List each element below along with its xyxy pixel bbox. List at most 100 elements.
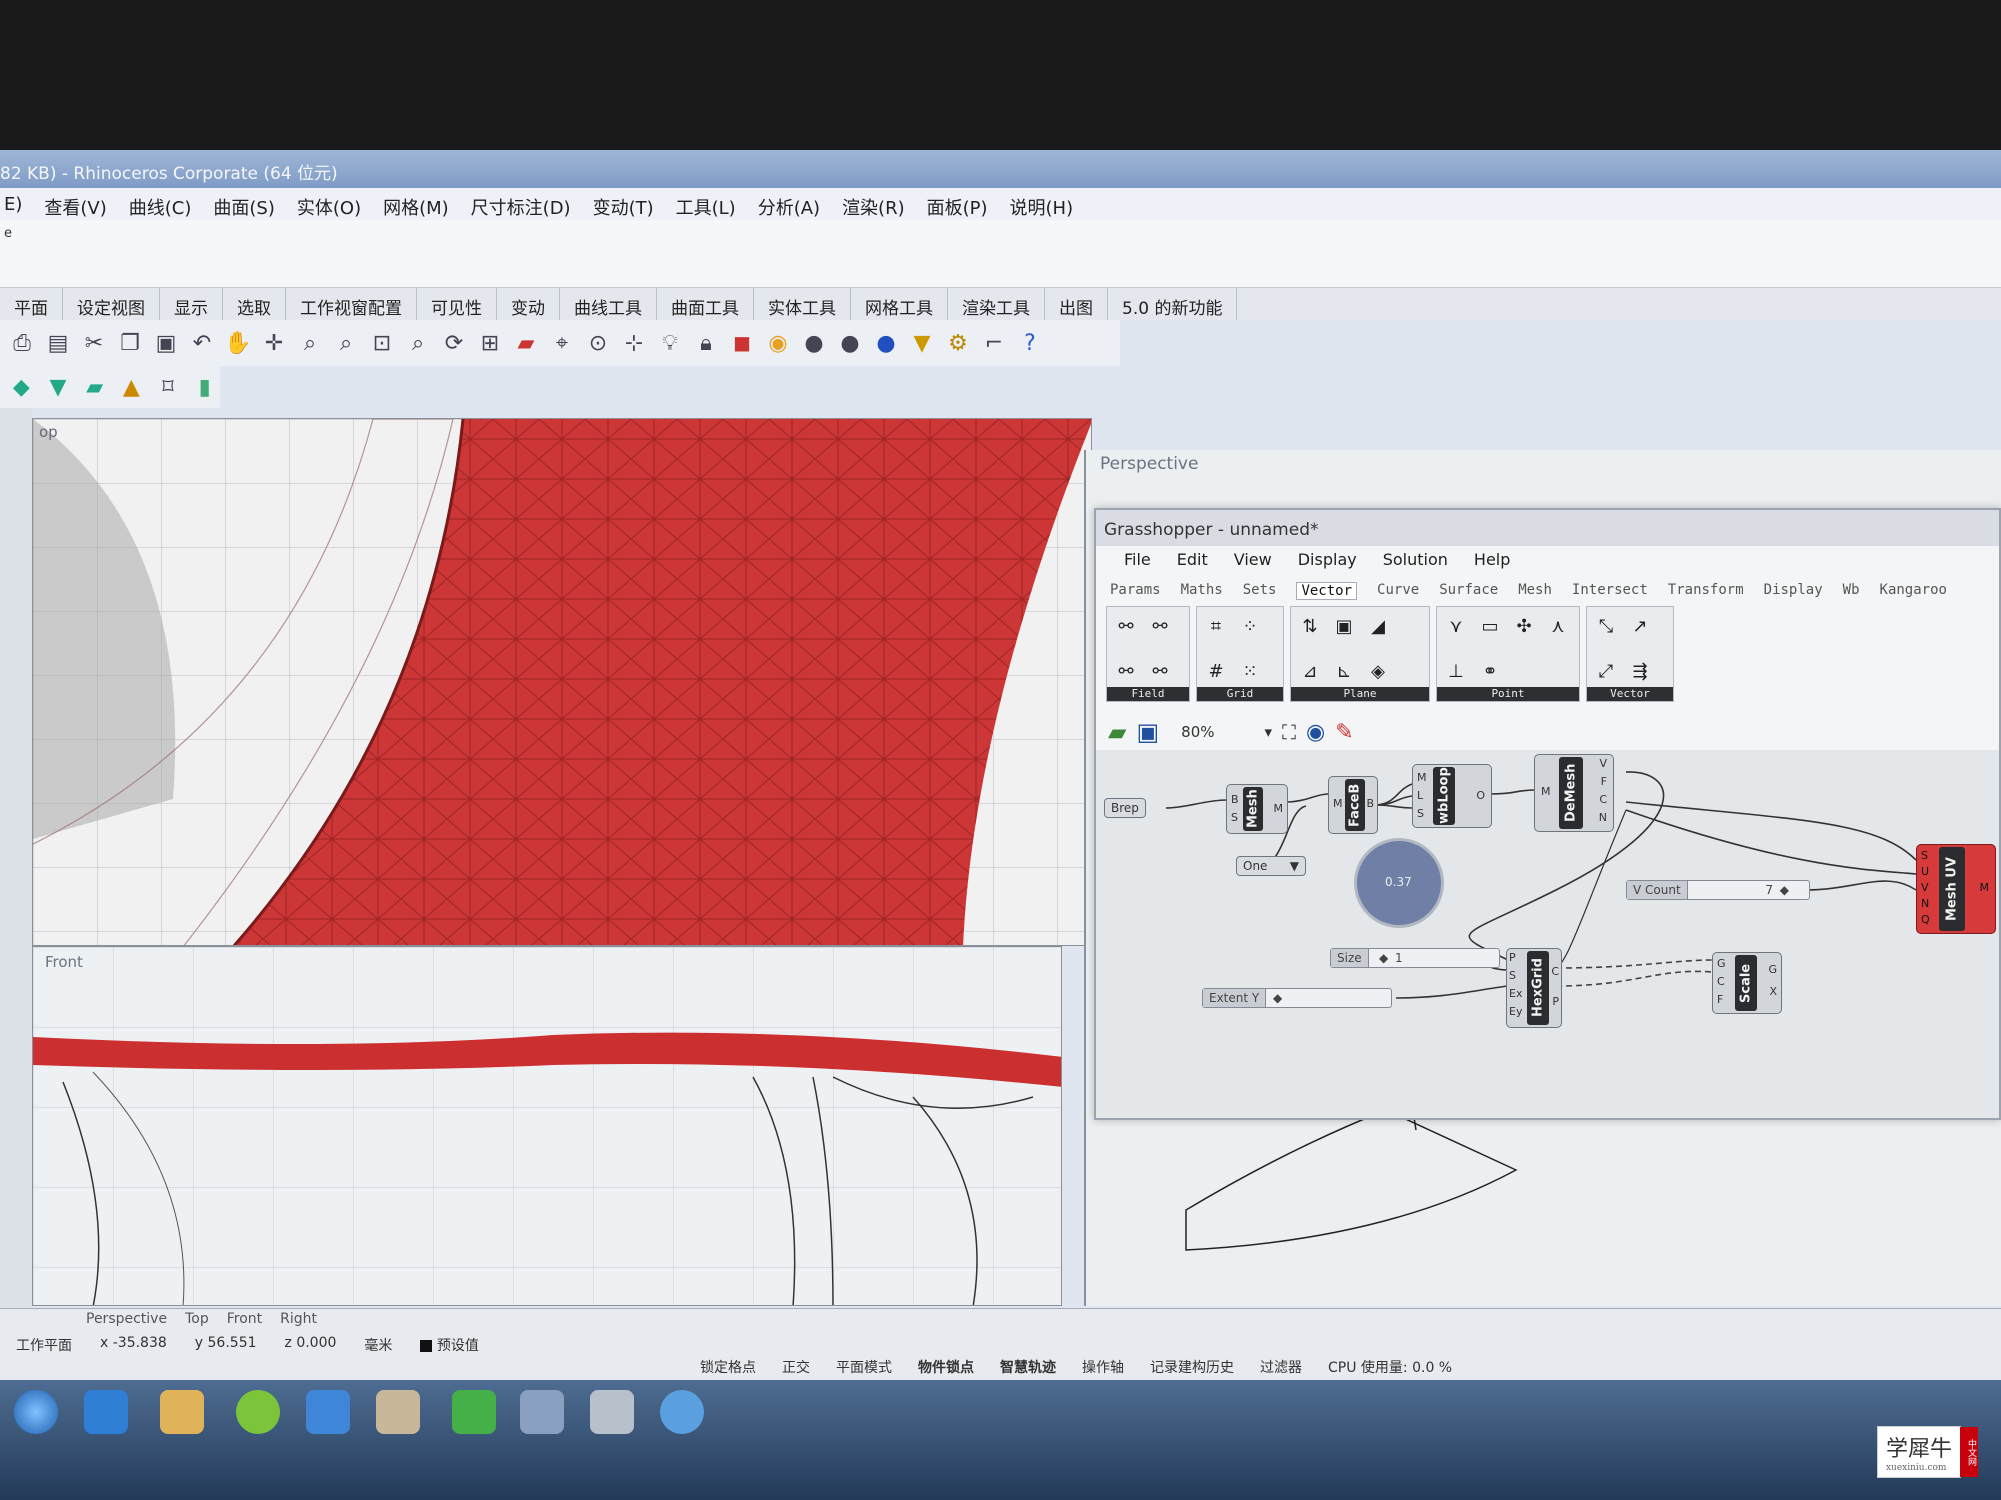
green-shield-icon[interactable]: ▼	[43, 371, 74, 403]
populate-2d-icon[interactable]: ⁘	[1235, 611, 1265, 641]
viewport-tab-front[interactable]: Front	[227, 1311, 262, 1327]
wechat-icon[interactable]	[452, 1390, 496, 1434]
cut-icon[interactable]: ✂	[78, 327, 110, 359]
gh-menu-view[interactable]: View	[1234, 550, 1272, 569]
cone-icon[interactable]: ▲	[116, 371, 147, 403]
gh-menu-solution[interactable]: Solution	[1383, 550, 1448, 569]
app-window-icon[interactable]	[520, 1390, 564, 1434]
square-grid-icon[interactable]: #	[1201, 656, 1231, 686]
user-avatar-icon[interactable]	[376, 1390, 420, 1434]
gh-tab-surface[interactable]: Surface	[1439, 582, 1498, 600]
light-icon[interactable]: 💡︎	[654, 327, 686, 359]
toggle-osnap[interactable]: 物件锁点	[918, 1357, 974, 1377]
closest-points-icon[interactable]: ✣	[1509, 611, 1539, 641]
gh-menu-file[interactable]: File	[1124, 550, 1151, 569]
car-icon[interactable]: ▰	[510, 327, 542, 359]
gh-tab-intersect[interactable]: Intersect	[1572, 582, 1648, 600]
faceb-component[interactable]: M FaceB B	[1328, 776, 1378, 834]
mesh-output-m[interactable]: M	[1274, 802, 1284, 815]
render-sphere-icon[interactable]: ●	[834, 327, 866, 359]
start-orb-icon[interactable]	[14, 1390, 58, 1434]
toggle-filter[interactable]: 过滤器	[1260, 1357, 1302, 1377]
material-sphere-icon[interactable]: ●	[798, 327, 830, 359]
number-knob[interactable]: 0.37	[1354, 838, 1444, 928]
meshuv-input-q[interactable]: Q	[1921, 913, 1930, 926]
field-line-charge-icon[interactable]: ⚯	[1145, 611, 1175, 641]
meshuv-input-v[interactable]: V	[1921, 881, 1929, 894]
menu-item-render[interactable]: 渲染(R)	[842, 194, 905, 220]
wbloop-input-s[interactable]: S	[1417, 807, 1424, 820]
zoom-window-icon[interactable]: ⌕	[330, 327, 362, 359]
properties-icon[interactable]: ▤	[42, 327, 74, 359]
hexgrid-output-c[interactable]: C	[1551, 965, 1559, 978]
toggle-grid-snap[interactable]: 锁定格点	[700, 1357, 756, 1377]
green-box-icon[interactable]: ▰	[79, 371, 110, 403]
tab-transform[interactable]: 变动	[497, 288, 560, 320]
sketch-pen-icon[interactable]: ✎	[1335, 720, 1353, 745]
frame-icon[interactable]: ⌑	[153, 371, 184, 403]
gh-tab-curve[interactable]: Curve	[1377, 582, 1419, 600]
point-icon[interactable]: ⊙	[582, 327, 614, 359]
cylinder-icon[interactable]: ▮	[189, 371, 220, 403]
viewport-label-front[interactable]: Front	[45, 953, 83, 971]
project-point-icon[interactable]: ⊥	[1441, 656, 1471, 686]
wbloop-input-l[interactable]: L	[1417, 789, 1423, 802]
demesh-output-c[interactable]: C	[1599, 793, 1607, 806]
layer-indicator[interactable]: 预设值	[420, 1335, 479, 1355]
menu-item-transform[interactable]: 变动(T)	[593, 194, 654, 220]
align-plane-icon[interactable]: ⇅	[1295, 611, 1325, 641]
toggle-record-history[interactable]: 记录建构历史	[1150, 1357, 1234, 1377]
scale-output-x[interactable]: X	[1769, 985, 1777, 998]
plane-normal-icon[interactable]: ◈	[1363, 656, 1393, 686]
meshuv-input-u[interactable]: U	[1921, 865, 1929, 878]
mesh-component[interactable]: B S Mesh M	[1226, 784, 1288, 834]
extent-y-grip-icon[interactable]: ◆	[1273, 991, 1282, 1005]
rhino-icon[interactable]	[590, 1390, 634, 1434]
help-icon[interactable]: ?	[1014, 327, 1046, 359]
hexgrid-input-s[interactable]: S	[1509, 969, 1516, 982]
viewport-label-perspective[interactable]: Perspective	[1100, 454, 1198, 474]
demesh-output-v[interactable]: V	[1599, 757, 1607, 770]
wbloop-component[interactable]: M L S wbLoop O	[1412, 764, 1492, 828]
qq-browser-icon[interactable]	[236, 1390, 280, 1434]
vector-arrow-icon[interactable]: ↗	[1625, 611, 1655, 641]
zoom-icon[interactable]: ⌕	[294, 327, 326, 359]
deconstruct-vector-icon[interactable]: ⤢	[1591, 656, 1621, 686]
open-file-icon[interactable]: ▰	[1108, 718, 1126, 746]
vector-display-icon[interactable]: ⇶	[1625, 656, 1655, 686]
explorer-folder-icon[interactable]	[160, 1390, 204, 1434]
top-viewport[interactable]: op	[32, 418, 1092, 946]
faceb-output-b[interactable]: B	[1366, 797, 1374, 810]
gh-tab-vector[interactable]: Vector	[1296, 582, 1358, 600]
zoom-extents-icon[interactable]: ⛶	[1282, 720, 1296, 744]
vector-xyz-icon[interactable]: ⤡	[1591, 611, 1621, 641]
extent-y-slider[interactable]: Extent Y ◆	[1202, 988, 1392, 1008]
toggle-gumball[interactable]: 操作轴	[1082, 1357, 1124, 1377]
gh-tab-maths[interactable]: Maths	[1181, 582, 1223, 600]
cull-duplicates-icon[interactable]: ⚭	[1475, 656, 1505, 686]
blue-sphere-icon[interactable]: ●	[870, 327, 902, 359]
lock-icon[interactable]: 🔒︎	[690, 327, 722, 359]
viewport-tab-top[interactable]: Top	[185, 1311, 209, 1327]
brep-param[interactable]: Brep	[1104, 798, 1146, 818]
scale-output-g[interactable]: G	[1768, 963, 1777, 976]
gh-tab-transform[interactable]: Transform	[1668, 582, 1744, 600]
populate-3d-icon[interactable]: ⁙	[1235, 656, 1265, 686]
gh-tab-kangaroo[interactable]: Kangaroo	[1880, 582, 1947, 600]
field-point-charge-icon[interactable]: ⚯	[1111, 611, 1141, 641]
save-file-icon[interactable]: ▣	[1136, 718, 1159, 746]
toggle-planar[interactable]: 平面模式	[836, 1357, 892, 1377]
viewport-tab-perspective[interactable]: Perspective	[86, 1311, 167, 1327]
menu-item-edit[interactable]: E)	[4, 194, 22, 220]
menu-item-help[interactable]: 说明(H)	[1010, 194, 1074, 220]
green-shape-icon[interactable]: ◆	[6, 371, 37, 403]
gh-menu-edit[interactable]: Edit	[1177, 550, 1208, 569]
hexgrid-output-p[interactable]: P	[1552, 995, 1559, 1008]
tab-curve-tools[interactable]: 曲线工具	[560, 288, 657, 320]
tab-plane[interactable]: 平面	[0, 288, 63, 320]
tab-viewport-layout[interactable]: 工作视窗配置	[286, 288, 417, 320]
field-spin-icon[interactable]: ⚯	[1111, 656, 1141, 686]
tab-select[interactable]: 选取	[223, 288, 286, 320]
size-grip-icon[interactable]: ◆	[1379, 951, 1388, 965]
gh-tab-sets[interactable]: Sets	[1243, 582, 1277, 600]
